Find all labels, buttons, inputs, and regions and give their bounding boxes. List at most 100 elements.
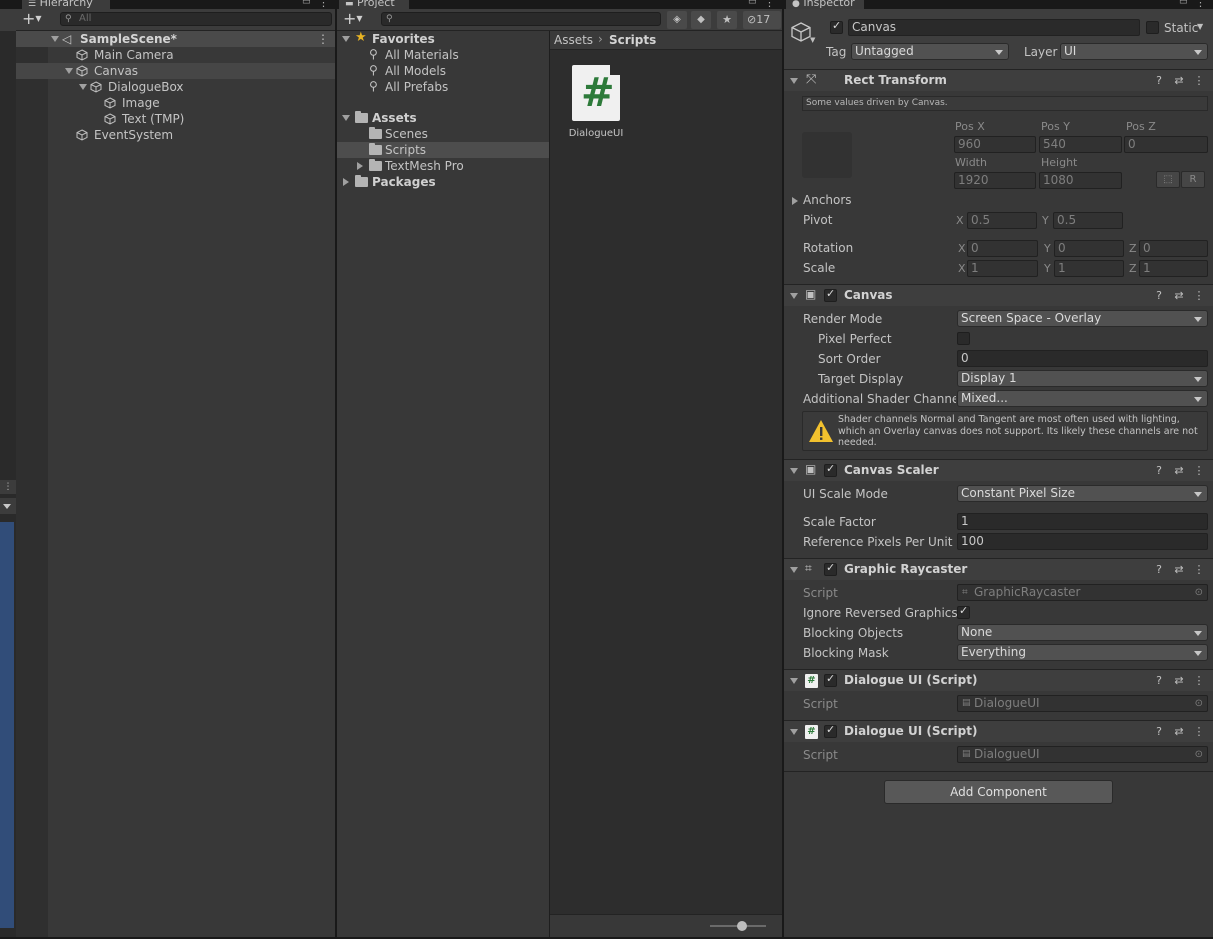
project-search-input[interactable]: ⚲ (381, 12, 661, 26)
scene-row[interactable]: ◁ SampleScene* ⋮ (16, 31, 335, 47)
maximize-icon[interactable]: ▭ (1179, 0, 1188, 7)
foldout-expanded-icon[interactable] (342, 36, 350, 42)
favorite-star-icon[interactable]: ★ (717, 11, 737, 29)
scale-factor-field[interactable]: 1 (957, 513, 1208, 530)
hierarchy-item[interactable]: Image (16, 95, 335, 111)
foldout-collapsed-icon[interactable] (792, 197, 798, 205)
tag-dropdown[interactable]: Untagged (851, 43, 1009, 60)
rotation-y-field[interactable]: 0 (1054, 240, 1124, 257)
pos-y-field[interactable]: 540 (1039, 136, 1122, 153)
maximize-icon[interactable]: ▭ (302, 0, 311, 7)
presets-icon[interactable]: ⇄ (1172, 674, 1186, 688)
hierarchy-item[interactable]: DialogueBox (16, 79, 335, 95)
graphic-raycaster-header[interactable]: ⌗ Graphic Raycaster ? ⇄ ⋮ (784, 558, 1213, 580)
component-enabled-checkbox[interactable] (824, 561, 837, 576)
help-icon[interactable]: ? (1152, 563, 1166, 577)
component-enabled-checkbox[interactable] (824, 287, 837, 302)
shader-channels-dropdown[interactable]: Mixed... (957, 390, 1208, 407)
blocking-mask-dropdown[interactable]: Everything (957, 644, 1208, 661)
folder-item[interactable]: TextMesh Pro (337, 158, 549, 174)
height-field[interactable]: 1080 (1039, 172, 1122, 189)
chevron-down-icon[interactable]: ▼ (1197, 22, 1203, 31)
blocking-objects-dropdown[interactable]: None (957, 624, 1208, 641)
more-options-icon[interactable]: ⋮ (1192, 563, 1206, 577)
canvas-header[interactable]: ▣ Canvas ? ⇄ ⋮ (784, 284, 1213, 306)
pivot-x-field[interactable]: 0.5 (967, 212, 1037, 229)
hidden-packages-toggle[interactable]: ⊘17 (743, 11, 781, 29)
object-name-field[interactable]: Canvas (848, 19, 1140, 36)
folder-item[interactable]: Scenes (337, 126, 549, 142)
render-mode-dropdown[interactable]: Screen Space - Overlay (957, 310, 1208, 327)
static-checkbox[interactable] (1146, 21, 1159, 34)
help-icon[interactable]: ? (1152, 464, 1166, 478)
scale-y-field[interactable]: 1 (1054, 260, 1124, 277)
foldout-expanded-icon[interactable] (790, 567, 798, 573)
foldout-expanded-icon[interactable] (342, 115, 350, 121)
foldout-expanded-icon[interactable] (790, 78, 798, 84)
rect-transform-header[interactable]: ⤧ Rect Transform ? ⇄ ⋮ (784, 69, 1213, 91)
presets-icon[interactable]: ⇄ (1172, 74, 1186, 88)
tab-hierarchy[interactable]: ☰ Hierarchy (22, 0, 110, 9)
component-enabled-checkbox[interactable] (824, 723, 837, 738)
add-component-button[interactable]: Add Component (884, 780, 1113, 804)
component-enabled-checkbox[interactable] (824, 672, 837, 687)
favorites-item[interactable]: ⚲ All Materials (337, 47, 549, 63)
width-field[interactable]: 1920 (954, 172, 1036, 189)
breadcrumb-assets[interactable]: Assets (554, 33, 593, 47)
more-options-icon[interactable]: ⋮ (764, 0, 775, 9)
create-button[interactable]: +▼ (22, 10, 46, 28)
packages-row[interactable]: Packages (337, 174, 549, 190)
scene-menu-icon[interactable]: ⋮ (317, 31, 329, 47)
ui-scale-mode-dropdown[interactable]: Constant Pixel Size (957, 485, 1208, 502)
foldout-collapsed-icon[interactable] (343, 178, 349, 186)
more-options-icon[interactable]: ⋮ (1192, 289, 1206, 303)
tab-project[interactable]: ▬ Project (339, 0, 409, 9)
more-options-icon[interactable]: ⋮ (1192, 674, 1206, 688)
chevron-down-icon[interactable]: ▼ (810, 36, 815, 44)
ref-ppu-field[interactable]: 100 (957, 533, 1208, 550)
more-options-icon[interactable]: ⋮ (1195, 0, 1206, 9)
anchors-label[interactable]: Anchors (803, 193, 852, 207)
presets-icon[interactable]: ⇄ (1172, 563, 1186, 577)
more-options-icon[interactable]: ⋮ (1192, 725, 1206, 739)
blueprint-mode-button[interactable]: ⬚ (1156, 171, 1180, 188)
breadcrumb-scripts[interactable]: Scripts (609, 33, 656, 47)
scale-x-field[interactable]: 1 (967, 260, 1038, 277)
scene-view-strip[interactable]: ⋮ (0, 0, 16, 939)
presets-icon[interactable]: ⇄ (1172, 464, 1186, 478)
pos-x-field[interactable]: 960 (954, 136, 1036, 153)
presets-icon[interactable]: ⇄ (1172, 725, 1186, 739)
hierarchy-item[interactable]: Text (TMP) (16, 111, 335, 127)
target-display-dropdown[interactable]: Display 1 (957, 370, 1208, 387)
asset-tile[interactable]: # DialogueUI (564, 65, 628, 145)
search-by-type-icon[interactable]: ◈ (667, 11, 687, 29)
more-options-icon[interactable]: ⋮ (318, 0, 329, 9)
scene-more-icon[interactable]: ⋮ (0, 480, 16, 494)
raw-edit-button[interactable]: R (1181, 171, 1205, 188)
favorites-item[interactable]: ⚲ All Models (337, 63, 549, 79)
help-icon[interactable]: ? (1152, 674, 1166, 688)
scale-z-field[interactable]: 1 (1139, 260, 1208, 277)
dialogue-ui-header[interactable]: # Dialogue UI (Script) ? ⇄ ⋮ (784, 669, 1213, 691)
favorites-item[interactable]: ⚲ All Prefabs (337, 79, 549, 95)
layer-dropdown[interactable]: UI (1060, 43, 1208, 60)
pos-z-field[interactable]: 0 (1124, 136, 1208, 153)
maximize-icon[interactable]: ▭ (748, 0, 757, 7)
pivot-y-field[interactable]: 0.5 (1053, 212, 1123, 229)
search-by-label-icon[interactable]: ◆ (691, 11, 711, 29)
scene-dropdown[interactable] (0, 498, 16, 514)
create-button[interactable]: +▼ (343, 10, 367, 28)
foldout-expanded-icon[interactable] (79, 84, 87, 90)
dialogue-ui-header[interactable]: # Dialogue UI (Script) ? ⇄ ⋮ (784, 720, 1213, 742)
rotation-z-field[interactable]: 0 (1139, 240, 1208, 257)
foldout-expanded-icon[interactable] (51, 36, 59, 42)
presets-icon[interactable]: ⇄ (1172, 289, 1186, 303)
active-checkbox[interactable] (830, 19, 843, 34)
anchor-presets-button[interactable] (802, 132, 852, 178)
gameobject-cube-icon[interactable] (790, 21, 812, 43)
sort-order-field[interactable]: 0 (957, 350, 1208, 367)
favorites-row[interactable]: ★ Favorites (337, 30, 549, 47)
more-options-icon[interactable]: ⋮ (1192, 74, 1206, 88)
help-icon[interactable]: ? (1152, 289, 1166, 303)
foldout-expanded-icon[interactable] (790, 678, 798, 684)
